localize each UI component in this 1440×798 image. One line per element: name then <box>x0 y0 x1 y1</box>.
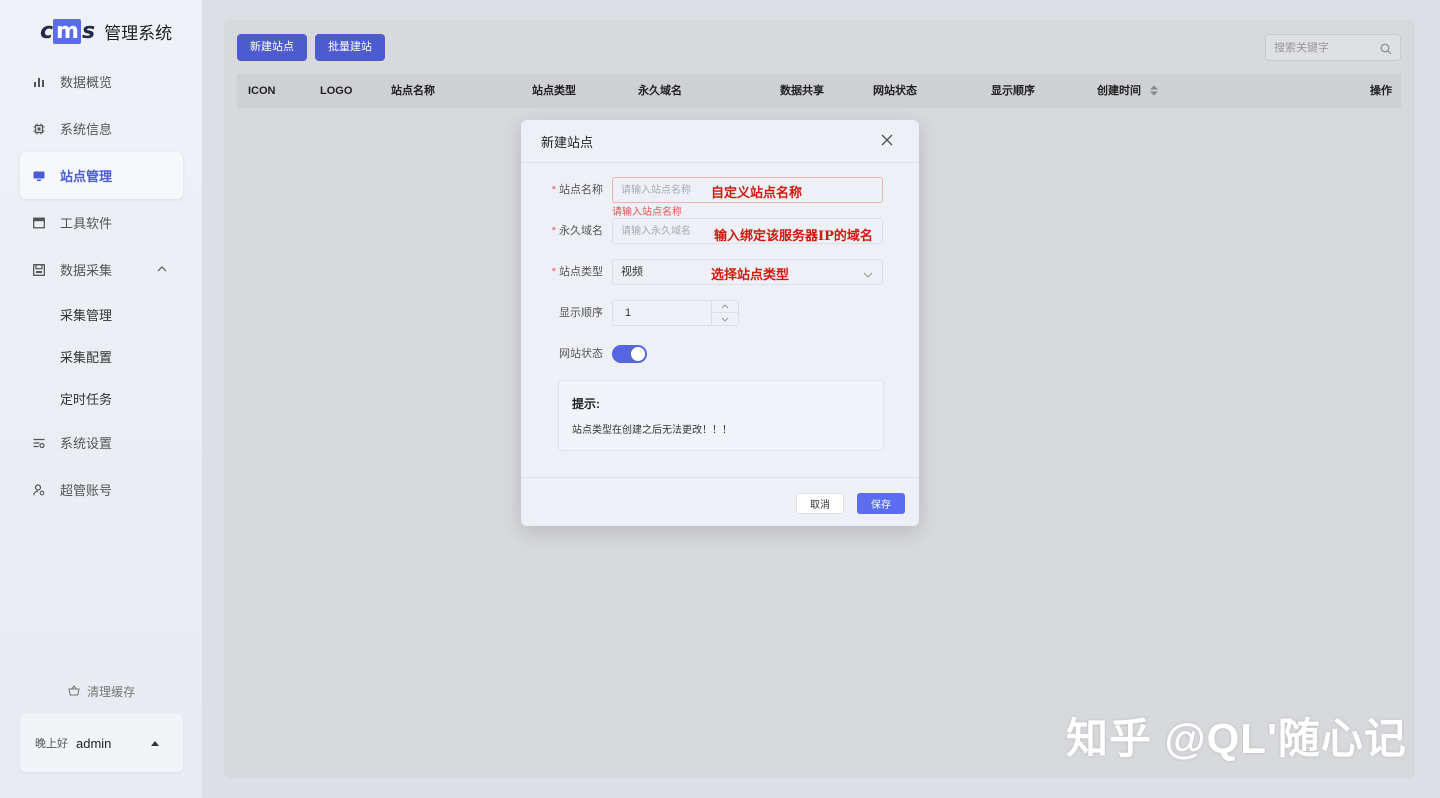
sidebar-item-system-settings[interactable]: 系统设置 <box>20 419 183 466</box>
form-row-site-status: 网站状态 <box>521 341 919 367</box>
monitor-icon <box>32 169 46 183</box>
clear-cache-label: 清理缓存 <box>87 685 136 699</box>
user-gear-icon <box>32 483 46 497</box>
table-header: ICON LOGO 站点名称 站点类型 永久域名 数据共享 网站状态 显示顺序 … <box>237 74 1401 108</box>
brand: cms 管理系统 <box>40 18 172 44</box>
site-status-toggle[interactable] <box>612 345 647 363</box>
sidebar-item-admin-accounts[interactable]: 超管账号 <box>20 466 183 513</box>
close-icon[interactable] <box>879 132 895 148</box>
tip-text: 站点类型在创建之后无法更改！！！ <box>572 425 732 436</box>
form-row-domain: *永久域名 输入绑定该服务器IP的域名 <box>521 218 919 244</box>
required-mark: * <box>551 266 556 278</box>
form-row-site-name: *站点名称 请输入站点名称 自定义站点名称 <box>521 177 919 218</box>
column-header-site-type: 站点类型 <box>532 85 576 97</box>
domain-label: * 永久域名 <box>551 225 603 237</box>
column-header-display-order: 显示顺序 <box>991 85 1035 97</box>
sidebar-item-label: 工具软件 <box>60 216 113 231</box>
required-mark: * <box>551 225 556 237</box>
search-input[interactable] <box>1274 41 1374 54</box>
submenu-item-collect-config[interactable]: 采集配置 <box>20 335 183 377</box>
app-title: 管理系统 <box>104 23 173 43</box>
dialog-title: 新建站点 <box>541 134 594 150</box>
site-type-select[interactable] <box>612 259 883 285</box>
site-type-value: 视频 <box>621 266 643 278</box>
column-header-actions: 操作 <box>1370 85 1392 97</box>
caret-up-icon <box>151 738 159 748</box>
site-name-error: 请输入站点名称 <box>612 207 682 218</box>
sidebar-item-dashboard[interactable]: 数据概览 <box>20 58 183 105</box>
search-box <box>1265 34 1401 61</box>
tip-title: 提示: <box>572 397 600 411</box>
site-status-label: 网站状态 <box>559 348 603 360</box>
batch-create-button[interactable]: 批量建站 <box>315 34 385 61</box>
dialog-header: 新建站点 <box>521 120 919 163</box>
column-header-site-name: 站点名称 <box>391 85 435 97</box>
sidebar-item-tools[interactable]: 工具软件 <box>20 199 183 246</box>
domain-input[interactable] <box>612 218 883 244</box>
window-icon <box>32 216 46 230</box>
required-mark: * <box>551 184 556 196</box>
bar-chart-icon <box>32 75 46 89</box>
column-header-data-share: 数据共享 <box>780 85 824 97</box>
settings-sliders-icon <box>32 436 46 450</box>
display-order-label: 显示顺序 <box>559 307 603 319</box>
decrement-icon[interactable] <box>712 313 738 325</box>
user-menu[interactable]: 晚上好 admin <box>20 714 183 772</box>
column-header-domain: 永久域名 <box>638 85 682 97</box>
user-name: admin <box>76 735 112 751</box>
save-icon <box>32 263 46 277</box>
sidebar-item-label: 站点管理 <box>60 169 113 184</box>
column-header-icon: ICON <box>248 85 276 97</box>
increment-icon[interactable] <box>712 301 738 313</box>
save-button[interactable]: 保存 <box>857 493 905 514</box>
site-type-label: * 站点类型 <box>551 266 603 278</box>
sidebar-item-label: 超管账号 <box>60 483 113 498</box>
sidebar-item-label: 数据采集 <box>60 263 113 278</box>
site-name-label: * 站点名称 <box>551 184 603 196</box>
toggle-knob <box>631 347 645 361</box>
form-row-site-type: * 站点类型 视频 选择站点类型 <box>521 259 919 285</box>
new-site-button[interactable]: 新建站点 <box>237 34 307 61</box>
sort-icon[interactable] <box>1150 85 1159 97</box>
user-greeting: 晚上好 <box>35 738 68 750</box>
sidebar-item-label: 系统设置 <box>60 436 113 451</box>
sidebar-menu: 数据概览 系统信息 站点管理 工具软件 数据采集 采集管理 采集配置 定时任务 … <box>20 58 183 513</box>
column-header-site-status: 网站状态 <box>873 85 917 97</box>
column-header-label: 创建时间 <box>1097 85 1141 97</box>
basket-icon <box>68 685 80 699</box>
sidebar-item-data-collection[interactable]: 数据采集 <box>20 246 183 293</box>
chip-icon <box>32 122 46 136</box>
submenu-item-collect-manage[interactable]: 采集管理 <box>20 293 183 335</box>
chevron-down-icon <box>863 267 873 278</box>
cancel-button[interactable]: 取消 <box>796 493 844 514</box>
display-order-value[interactable]: 1 <box>625 301 631 325</box>
sidebar-item-site-management[interactable]: 站点管理 <box>20 152 183 199</box>
search-icon[interactable] <box>1380 42 1392 54</box>
column-header-created-time[interactable]: 创建时间 <box>1097 74 1159 108</box>
site-name-input[interactable] <box>612 177 883 203</box>
chevron-up-icon <box>157 264 167 275</box>
new-site-dialog: 新建站点 *站点名称 请输入站点名称 自定义站点名称 *永久域名 输入绑定该服务… <box>521 120 919 526</box>
submenu-item-scheduled-tasks[interactable]: 定时任务 <box>20 377 183 419</box>
clear-cache-button[interactable]: 清理缓存 <box>0 683 203 700</box>
sidebar: cms 管理系统 数据概览 系统信息 站点管理 工具软件 数据采集 采集管理 采… <box>0 0 203 798</box>
watermark: 知乎 @QL'随心记 <box>1066 715 1407 762</box>
sidebar-item-label: 系统信息 <box>60 122 113 137</box>
cms-logo: cms <box>40 18 95 44</box>
tip-box: 提示: 站点类型在创建之后无法更改！！！ <box>558 380 884 451</box>
sidebar-item-label: 数据概览 <box>60 75 113 90</box>
sidebar-item-system-info[interactable]: 系统信息 <box>20 105 183 152</box>
column-header-logo: LOGO <box>320 85 353 97</box>
form-row-display-order: 显示顺序 1 <box>521 300 919 326</box>
stepper-buttons <box>711 301 738 325</box>
display-order-stepper[interactable]: 1 <box>612 300 739 326</box>
dialog-footer: 取消 保存 <box>521 477 919 526</box>
